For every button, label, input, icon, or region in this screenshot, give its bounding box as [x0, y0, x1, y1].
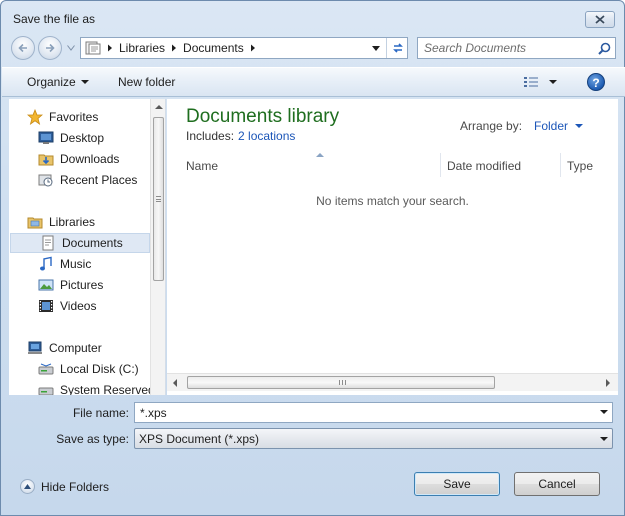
column-headers: Name Date modified Type	[177, 153, 618, 177]
navigation-pane[interactable]: Favorites Desktop Downloads Recent Place…	[9, 99, 166, 395]
videos-icon	[39, 300, 53, 312]
arrange-by-value: Folder	[534, 119, 569, 133]
column-header-type[interactable]: Type	[567, 153, 593, 177]
scroll-thumb[interactable]	[187, 376, 495, 389]
arrange-by-dropdown[interactable]: Folder	[534, 119, 584, 133]
chevron-down-icon	[575, 124, 584, 128]
back-button[interactable]	[11, 36, 35, 60]
empty-results-message: No items match your search.	[316, 194, 469, 208]
library-includes: Includes: 2 locations	[186, 129, 295, 143]
scroll-left-icon[interactable]	[173, 379, 177, 387]
nav-item-videos[interactable]: Videos	[38, 296, 165, 316]
nav-item-favorites[interactable]: Favorites	[27, 107, 165, 127]
desktop-icon	[38, 131, 54, 144]
music-icon	[40, 256, 52, 271]
includes-label: Includes:	[186, 129, 235, 143]
nav-item-music[interactable]: Music	[38, 254, 165, 274]
search-input[interactable]	[424, 41, 594, 55]
command-toolbar: Organize New folder ?	[2, 67, 625, 97]
chevron-up-glyph	[24, 484, 31, 489]
navigation-pane-scrollbar[interactable]	[150, 99, 165, 395]
star-icon	[27, 109, 43, 125]
documents-icon	[42, 235, 54, 251]
nav-item-desktop[interactable]: Desktop	[38, 128, 165, 148]
breadcrumb-libraries[interactable]: Libraries	[119, 41, 165, 55]
recent-pages-dropdown-icon[interactable]	[67, 45, 75, 51]
hide-folders-toggle[interactable]: Hide Folders	[20, 479, 109, 494]
arrange-by-label: Arrange by:	[460, 119, 523, 133]
file-name-input[interactable]	[135, 403, 575, 422]
scroll-right-icon[interactable]	[606, 379, 610, 387]
libraries-icon	[27, 217, 43, 229]
library-title: Documents library	[186, 106, 340, 127]
chevron-down-icon	[372, 45, 380, 51]
forward-arrow-icon	[46, 43, 55, 53]
nav-item-documents[interactable]: Documents	[10, 233, 150, 253]
nav-item-libraries[interactable]: Libraries	[27, 212, 165, 232]
locations-link[interactable]: 2 locations	[238, 129, 295, 143]
file-list-horizontal-scrollbar[interactable]	[167, 373, 618, 391]
search-box[interactable]	[417, 37, 616, 59]
breadcrumb-documents[interactable]: Documents	[183, 41, 244, 55]
hide-folders-label: Hide Folders	[41, 479, 110, 494]
grip-icon	[156, 196, 161, 202]
scroll-thumb[interactable]	[153, 117, 164, 281]
save-as-type-value: XPS Document (*.xps)	[139, 432, 260, 446]
refresh-icon	[392, 43, 403, 53]
close-button[interactable]	[585, 11, 615, 28]
chevron-down-icon[interactable]	[600, 410, 608, 414]
breadcrumb-arrow-icon[interactable]	[107, 44, 113, 52]
nav-item-system-reserved[interactable]: System Reserved	[38, 380, 165, 395]
save-dialog-window: Save the file as Libraries Documents Sea…	[0, 0, 625, 516]
nav-item-local-disk[interactable]: Local Disk (C:)	[38, 359, 165, 379]
title-bar: Save the file as	[1, 1, 624, 33]
file-list-pane[interactable]: Documents library Includes: 2 locations A…	[167, 99, 618, 395]
address-bar[interactable]: Libraries Documents	[80, 37, 408, 59]
help-button[interactable]: ?	[587, 73, 605, 91]
search-icon[interactable]	[598, 42, 611, 55]
grip-icon	[339, 380, 346, 385]
address-history-dropdown[interactable]	[367, 38, 385, 58]
view-options-dropdown[interactable]	[549, 80, 557, 84]
chevron-down-icon	[600, 437, 608, 441]
new-folder-button[interactable]: New folder	[118, 75, 175, 89]
breadcrumb-arrow-icon[interactable]	[250, 44, 256, 52]
save-as-type-select[interactable]: XPS Document (*.xps)	[134, 428, 613, 449]
computer-icon	[28, 341, 42, 354]
disk-icon	[38, 387, 54, 395]
sort-ascending-icon	[316, 153, 324, 157]
chevron-down-icon	[80, 80, 89, 84]
change-view-icon[interactable]	[522, 74, 542, 90]
chevron-up-icon	[20, 479, 35, 494]
forward-button[interactable]	[38, 36, 62, 60]
column-header-name[interactable]: Name	[186, 153, 218, 177]
downloads-folder-icon	[38, 154, 54, 166]
column-divider[interactable]	[440, 153, 441, 177]
back-arrow-icon	[18, 43, 27, 53]
close-icon	[595, 15, 605, 24]
column-header-date-modified[interactable]: Date modified	[447, 153, 521, 177]
save-as-type-label: Save as type:	[56, 432, 129, 446]
nav-item-computer[interactable]: Computer	[27, 338, 165, 358]
organize-label: Organize	[27, 75, 76, 89]
refresh-button[interactable]	[386, 38, 408, 58]
nav-item-downloads[interactable]: Downloads	[38, 149, 165, 169]
breadcrumb-arrow-icon[interactable]	[171, 44, 177, 52]
save-button[interactable]: Save	[414, 472, 500, 496]
window-title: Save the file as	[13, 12, 96, 26]
file-name-combobox[interactable]	[134, 402, 613, 423]
pictures-icon	[38, 279, 54, 291]
disk-icon	[38, 363, 54, 375]
cancel-button[interactable]: Cancel	[514, 472, 600, 496]
column-divider[interactable]	[560, 153, 561, 177]
nav-item-recent-places[interactable]: Recent Places	[38, 170, 165, 190]
file-name-label: File name:	[72, 406, 129, 420]
scroll-up-icon[interactable]	[155, 105, 163, 109]
organize-menu-button[interactable]: Organize	[27, 75, 89, 89]
library-location-icon	[85, 41, 101, 55]
recent-places-icon	[38, 174, 53, 187]
nav-item-pictures[interactable]: Pictures	[38, 275, 165, 295]
